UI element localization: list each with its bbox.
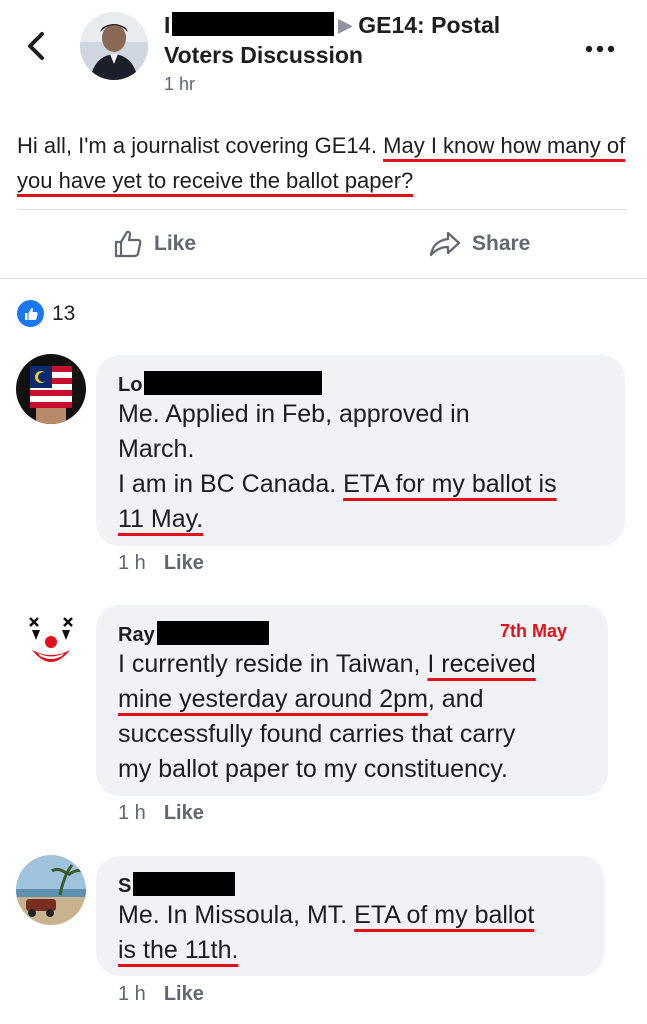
divider <box>0 278 647 279</box>
like-button[interactable]: Like <box>112 226 196 262</box>
share-button[interactable]: Share <box>428 226 530 262</box>
author-avatar[interactable] <box>80 12 148 80</box>
more-horizontal-icon <box>585 45 615 53</box>
share-icon <box>429 231 461 257</box>
comment-bubble[interactable]: S Me. In Missoula, MT. ETA of my ballot … <box>96 856 605 976</box>
triangle-right-icon: ▶ <box>338 15 353 35</box>
comment-meta: 1 h Like <box>118 802 204 825</box>
comment-text: I currently reside in Taiwan, I received… <box>118 650 536 783</box>
comment-meta: 1 h Like <box>118 552 204 575</box>
commenter-avatar[interactable] <box>16 604 86 674</box>
commenter-name[interactable]: S <box>118 872 236 898</box>
thumbs-up-icon <box>114 230 142 258</box>
divider <box>17 209 627 210</box>
redaction-box <box>172 12 335 36</box>
redaction-box <box>156 621 269 645</box>
redaction-box <box>144 371 323 395</box>
comment-time[interactable]: 1 h <box>118 802 146 825</box>
post-header-title[interactable]: I ▶ GE14: Postal Voters Discussion <box>164 10 564 70</box>
post-text-plain: Hi all, I'm a journalist covering GE14. <box>17 133 384 158</box>
share-label: Share <box>472 232 531 255</box>
more-options-button[interactable] <box>585 30 615 61</box>
comment-text: Me. Applied in Feb, approved in March. I… <box>118 400 557 533</box>
comment-time[interactable]: 1 h <box>118 552 146 575</box>
post-body: Hi all, I'm a journalist covering GE14. … <box>17 128 627 198</box>
chevron-left-icon <box>28 32 44 60</box>
like-label: Like <box>154 232 197 255</box>
comment-text: Me. In Missoula, MT. ETA of my ballot is… <box>118 901 535 964</box>
reaction-count: 13 <box>52 301 76 325</box>
comment-time[interactable]: 1 h <box>118 983 146 1006</box>
date-annotation: 7th May <box>500 621 568 641</box>
redaction-box <box>133 872 236 896</box>
comment-meta: 1 h Like <box>118 983 204 1006</box>
comment-bubble[interactable]: Lo Me. Applied in Feb, approved in March… <box>96 355 625 546</box>
reactions-summary[interactable]: 13 <box>17 300 75 327</box>
commenter-avatar[interactable] <box>16 855 86 925</box>
author-name[interactable]: I <box>164 12 170 38</box>
post-time[interactable]: 1 hr <box>164 74 195 95</box>
comment-like-button[interactable]: Like <box>164 983 204 1006</box>
commenter-name[interactable]: Ray <box>118 621 269 647</box>
commenter-name[interactable]: Lo <box>118 371 323 397</box>
commenter-avatar[interactable] <box>16 354 86 424</box>
back-button[interactable] <box>22 26 52 66</box>
like-reaction-icon <box>17 300 44 327</box>
comment-bubble[interactable]: Ray 7th May I currently reside in Taiwan… <box>96 605 608 796</box>
comment-like-button[interactable]: Like <box>164 802 204 825</box>
comment-like-button[interactable]: Like <box>164 552 204 575</box>
